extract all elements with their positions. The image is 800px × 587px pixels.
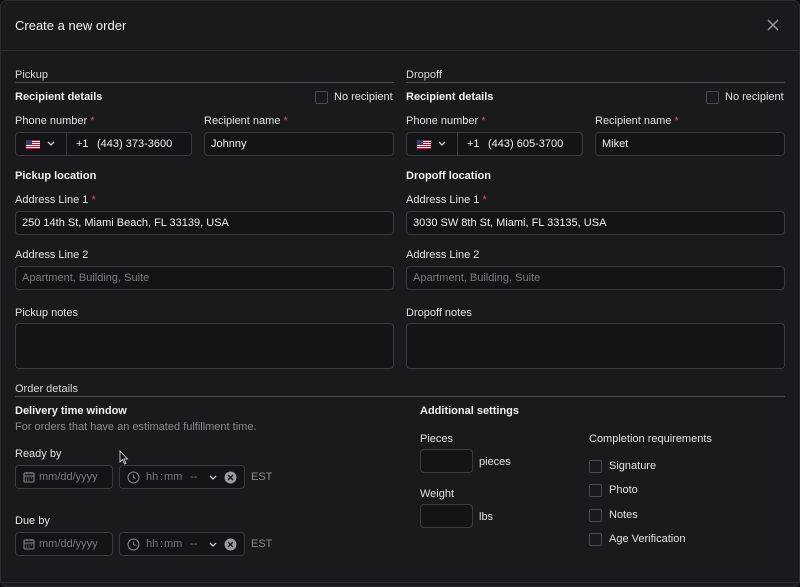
dropoff-no-recipient-label: No recipient (725, 91, 784, 103)
modal-title: Create a new order (15, 18, 127, 33)
ready-by-date-input[interactable]: mm/dd/yyyy (15, 465, 113, 489)
ready-by-ampm-placeholder: -- (190, 471, 198, 483)
due-by-time-input[interactable]: hh : mm -- (119, 532, 245, 556)
due-by-minute-placeholder: mm (164, 538, 183, 550)
time-separator: : (160, 538, 164, 550)
pickup-name-label: Recipient name * (204, 115, 288, 127)
clock-icon (127, 538, 140, 551)
due-by-date-input[interactable]: mm/dd/yyyy (15, 532, 113, 556)
notes-checkbox[interactable] (589, 509, 602, 522)
due-by-label: Due by (15, 515, 50, 527)
pickup-phone-code: +1 (76, 138, 89, 150)
close-icon[interactable] (765, 17, 781, 33)
pickup-phone-label: Phone number * (15, 115, 95, 127)
clear-icon[interactable] (224, 471, 237, 484)
pickup-notes-textarea[interactable] (15, 323, 394, 369)
dropoff-divider (406, 82, 785, 83)
dropoff-phone-field[interactable]: +1 (443) 605-3700 (406, 132, 583, 156)
ready-by-hour-placeholder: hh (146, 471, 159, 483)
photo-label: Photo (609, 484, 638, 496)
pickup-no-recipient-label: No recipient (334, 91, 393, 103)
order-divider (15, 396, 785, 397)
footer-divider (1, 582, 799, 583)
clear-icon[interactable] (224, 538, 237, 551)
phone-divider (66, 133, 67, 155)
dropoff-addr1-input[interactable]: 3030 SW 8th St, Miami, FL 33135, USA (406, 211, 785, 235)
pickup-name-input[interactable]: Johnny (204, 132, 394, 156)
ready-by-minute-placeholder: mm (164, 471, 183, 483)
signature-label: Signature (609, 460, 657, 472)
weight-unit: lbs (479, 511, 494, 523)
pickup-section-label: Pickup (15, 69, 49, 81)
clock-icon (127, 471, 140, 484)
pieces-label: Pieces (420, 433, 454, 445)
chevron-down-icon[interactable] (438, 141, 446, 147)
completion-requirements-title: Completion requirements (589, 433, 712, 445)
calendar-icon (23, 539, 35, 550)
us-flag-icon (417, 140, 431, 149)
signature-checkbox[interactable] (589, 460, 602, 473)
weight-input[interactable] (420, 504, 473, 528)
due-by-hour-placeholder: hh (146, 538, 159, 550)
pieces-unit: pieces (479, 456, 511, 468)
pickup-recipient-title: Recipient details (15, 91, 103, 103)
photo-checkbox[interactable] (589, 484, 602, 497)
dropoff-notes-label: Dropoff notes (406, 307, 472, 319)
pieces-input[interactable] (420, 449, 473, 473)
pickup-phone-value: (443) 373-3600 (97, 138, 173, 150)
pickup-notes-label: Pickup notes (15, 307, 78, 319)
dropoff-section-label: Dropoff (406, 69, 442, 81)
additional-settings-title: Additional settings (420, 405, 519, 417)
delivery-window-subtitle: For orders that have an estimated fulfil… (15, 421, 257, 433)
dropoff-phone-value: (443) 605-3700 (488, 138, 564, 150)
dropoff-phone-label: Phone number * (406, 115, 486, 127)
time-separator: : (160, 471, 164, 483)
pickup-addr2-label: Address Line 2 (15, 249, 89, 261)
dropoff-name-input[interactable]: Miket (595, 132, 785, 156)
dropoff-notes-textarea[interactable] (406, 323, 785, 369)
notes-label: Notes (609, 509, 638, 521)
order-section-label: Order details (15, 383, 78, 395)
dropoff-addr2-label: Address Line 2 (406, 249, 480, 261)
phone-divider (457, 133, 458, 155)
dropoff-addr2-input[interactable]: Apartment, Building, Suite (406, 266, 785, 290)
ready-by-timezone: EST (251, 471, 273, 483)
chevron-down-icon[interactable] (209, 475, 217, 481)
chevron-down-icon[interactable] (47, 141, 55, 147)
pickup-addr2-input[interactable]: Apartment, Building, Suite (15, 266, 394, 290)
dropoff-phone-code: +1 (467, 138, 480, 150)
pickup-location-title: Pickup location (15, 170, 97, 182)
ready-by-date-placeholder: mm/dd/yyyy (39, 471, 98, 483)
pickup-divider (15, 82, 394, 83)
due-by-date-placeholder: mm/dd/yyyy (39, 538, 98, 550)
dropoff-addr1-label: Address Line 1 * (406, 194, 487, 206)
delivery-window-title: Delivery time window (15, 405, 127, 417)
ready-by-label: Ready by (15, 448, 62, 460)
pickup-phone-field[interactable]: +1 (443) 373-3600 (15, 132, 192, 156)
create-order-modal: Create a new order Pickup Recipient deta… (0, 0, 800, 587)
pickup-no-recipient-checkbox[interactable] (315, 91, 328, 104)
us-flag-icon (26, 140, 40, 149)
pickup-addr1-input[interactable]: 250 14th St, Miami Beach, FL 33139, USA (15, 211, 394, 235)
modal-header: Create a new order (1, 1, 799, 51)
age-verification-label: Age Verification (609, 533, 686, 545)
pickup-addr1-label: Address Line 1 * (15, 194, 96, 206)
due-by-timezone: EST (251, 538, 273, 550)
dropoff-location-title: Dropoff location (406, 170, 491, 182)
dropoff-name-label: Recipient name * (595, 115, 679, 127)
weight-label: Weight (420, 488, 455, 500)
dropoff-recipient-title: Recipient details (406, 91, 494, 103)
due-by-ampm-placeholder: -- (190, 538, 198, 550)
chevron-down-icon[interactable] (209, 542, 217, 548)
age-verification-checkbox[interactable] (589, 533, 602, 546)
cursor-icon (119, 450, 129, 465)
ready-by-time-input[interactable]: hh : mm -- (119, 465, 245, 489)
calendar-icon (23, 472, 35, 483)
dropoff-no-recipient-checkbox[interactable] (706, 91, 719, 104)
